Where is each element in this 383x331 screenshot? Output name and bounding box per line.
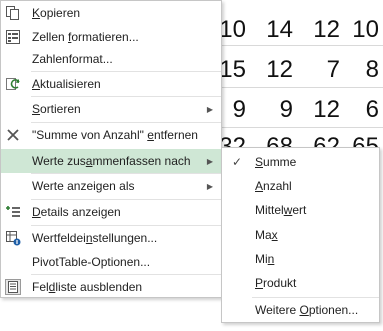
menu-item-show-values-as[interactable]: Werte anzeigen als ▶ [1,174,221,198]
menu-item-label: Sortieren [32,102,81,116]
menu-item-show-details[interactable]: Details anzeigen [1,200,221,224]
pivot-cell[interactable]: 6 [329,96,379,124]
menu-item-label: Kopieren [32,6,81,20]
submenu-item-min[interactable]: Min [222,247,379,271]
pivot-cell[interactable]: 10 [329,16,379,44]
submenu-arrow-icon: ▶ [206,156,213,166]
checkmark-icon: ✓ [232,155,243,169]
submenu-item-label: Max [255,228,278,242]
menu-item-label: Feldliste ausblenden [32,280,143,294]
refresh-icon [4,75,22,93]
submenu-item-label: Anzahl [255,179,292,193]
details-icon [4,203,22,221]
menu-item-label: Werte zusammenfassen nach [32,154,191,168]
field-list-icon [4,278,22,296]
context-menu: Kopieren Zellen formatieren... Zahlenfor… [0,0,222,298]
menu-item-label: PivotTable-Optionen... [32,255,151,269]
submenu-arrow-icon: ▶ [206,181,213,191]
grid-line [222,45,383,46]
menu-item-refresh[interactable]: Aktualisieren [1,72,221,96]
menu-item-label: "Summe von Anzahl" entfernen [32,128,198,142]
summarize-submenu: ✓ Summe Anzahl Mittelwert Max Min Produk… [221,147,380,323]
menu-item-label: Zellen formatieren... [32,30,139,44]
submenu-item-max[interactable]: Max [222,223,379,247]
menu-item-label: Details anzeigen [32,205,121,219]
submenu-item-label: Summe [255,155,297,169]
submenu-item-product[interactable]: Produkt [222,271,379,295]
submenu-item-label: Mittelwert [255,203,307,217]
menu-item-hide-field-list[interactable]: Feldliste ausblenden [1,275,221,299]
format-cells-icon [4,28,22,46]
menu-item-label: Aktualisieren [32,77,101,91]
menu-item-label: Zahlenformat... [32,52,113,66]
menu-item-pivottable-options[interactable]: PivotTable-Optionen... [1,250,221,274]
pivot-cell[interactable]: 8 [329,56,379,84]
remove-icon [4,126,22,144]
submenu-item-label: Min [255,252,275,266]
copy-icon [4,4,22,22]
grid-line [222,87,383,88]
submenu-item-label: Produkt [255,276,297,290]
menu-item-value-field-settings[interactable]: Wertfeldeinstellungen... [1,226,221,250]
menu-item-summarize-values-by[interactable]: Werte zusammenfassen nach ▶ [1,149,221,173]
pivot-cell[interactable]: 12 [243,56,293,84]
submenu-item-average[interactable]: Mittelwert [222,198,379,222]
submenu-item-label: Weitere Optionen... [255,303,359,317]
submenu-arrow-icon: ▶ [206,104,213,114]
submenu-item-more-options[interactable]: Weitere Optionen... [222,298,379,322]
pivot-cell[interactable]: 9 [243,96,293,124]
submenu-item-count[interactable]: Anzahl [222,174,379,198]
menu-item-remove-field[interactable]: "Summe von Anzahl" entfernen [1,123,221,147]
menu-item-label: Wertfeldeinstellungen... [32,231,158,245]
menu-item-copy[interactable]: Kopieren [1,1,221,25]
menu-item-number-format[interactable]: Zahlenformat... [1,47,221,71]
grid-line [222,127,383,128]
submenu-item-sum[interactable]: ✓ Summe [222,150,379,174]
menu-item-sort[interactable]: Sortieren ▶ [1,97,221,121]
menu-item-label: Werte anzeigen als [32,179,135,193]
menu-item-format-cells[interactable]: Zellen formatieren... [1,25,221,49]
pivot-cell[interactable]: 14 [243,16,293,44]
field-settings-icon [4,229,22,247]
